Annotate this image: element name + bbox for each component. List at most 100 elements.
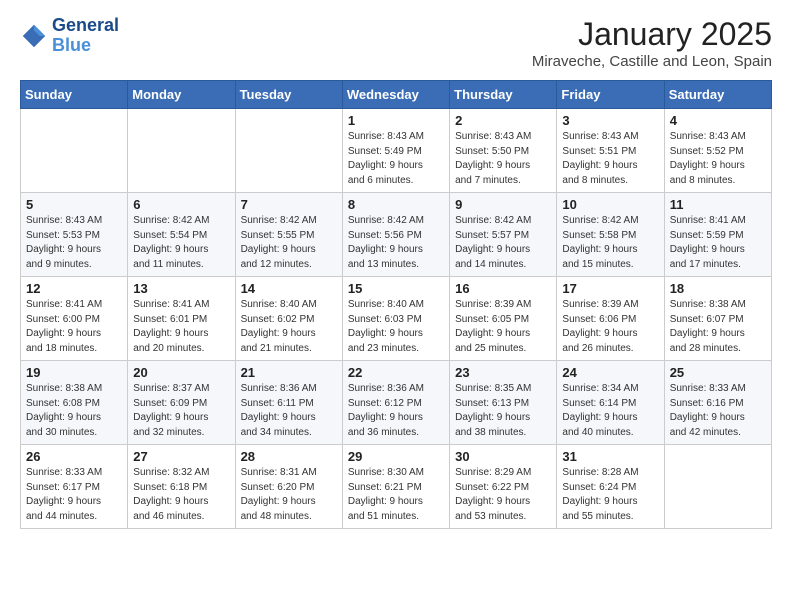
calendar-week: 26Sunrise: 8:33 AM Sunset: 6:17 PM Dayli… — [21, 445, 772, 529]
day-info: Sunrise: 8:40 AM Sunset: 6:03 PM Dayligh… — [348, 298, 444, 356]
calendar-cell: 25Sunrise: 8:33 AM Sunset: 6:16 PM Dayli… — [664, 361, 771, 445]
calendar-cell: 30Sunrise: 8:29 AM Sunset: 6:22 PM Dayli… — [450, 445, 557, 529]
calendar-cell: 7 Sunrise: 8:42 AM Sunset: 5:55 PM Daylig… — [235, 193, 342, 277]
calendar-cell: 19 Sunrise: 8:38 AM Sunset: 6:08 PM Dayli… — [21, 361, 128, 445]
calendar-cell: 27Sunrise: 8:32 AM Sunset: 6:18 PM Dayli… — [128, 445, 235, 529]
day-info: Sunrise: 8:39 AM Sunset: 6:05 PM Dayligh… — [455, 298, 551, 356]
day-info: Sunrise: 8:42 AM Sunset: 5:55 PM Dayligh… — [241, 214, 337, 272]
calendar-cell: 29 Sunrise: 8:30 AM Sunset: 6:21 PM Dayli… — [342, 445, 449, 529]
day-number: 19 — [26, 365, 122, 380]
day-info: Sunrise: 8:31 AM Sunset: 6:20 PM Dayligh… — [241, 466, 337, 524]
calendar-cell: 5 Sunrise: 8:43 AM Sunset: 5:53 PM Daylig… — [21, 193, 128, 277]
day-number: 24 — [562, 365, 658, 380]
month-title: January 2025 — [532, 16, 772, 53]
day-number: 21 — [241, 365, 337, 380]
day-number: 15 — [348, 281, 444, 296]
day-info: Sunrise: 8:38 AM Sunset: 6:08 PM Dayligh… — [26, 382, 122, 440]
day-info: Sunrise: 8:41 AM Sunset: 6:00 PM Dayligh… — [26, 298, 122, 356]
calendar-cell: 20Sunrise: 8:37 AM Sunset: 6:09 PM Dayli… — [128, 361, 235, 445]
day-number: 28 — [241, 449, 337, 464]
day-info: Sunrise: 8:43 AM Sunset: 5:51 PM Dayligh… — [562, 130, 658, 188]
day-number: 13 — [133, 281, 229, 296]
day-number: 16 — [455, 281, 551, 296]
day-info: Sunrise: 8:42 AM Sunset: 5:56 PM Dayligh… — [348, 214, 444, 272]
day-info: Sunrise: 8:42 AM Sunset: 5:54 PM Dayligh… — [133, 214, 229, 272]
logo-line1: General — [52, 16, 119, 36]
day-info: Sunrise: 8:36 AM Sunset: 6:11 PM Dayligh… — [241, 382, 337, 440]
day-info: Sunrise: 8:32 AM Sunset: 6:18 PM Dayligh… — [133, 466, 229, 524]
day-number: 5 — [26, 197, 122, 212]
weekday-header: Wednesday — [342, 81, 449, 109]
day-number: 26 — [26, 449, 122, 464]
day-number: 9 — [455, 197, 551, 212]
day-info: Sunrise: 8:42 AM Sunset: 5:57 PM Dayligh… — [455, 214, 551, 272]
day-info: Sunrise: 8:30 AM Sunset: 6:21 PM Dayligh… — [348, 466, 444, 524]
header: General Blue January 2025 Miraveche, Cas… — [20, 16, 772, 70]
day-info: Sunrise: 8:42 AM Sunset: 5:58 PM Dayligh… — [562, 214, 658, 272]
calendar-cell: 22 Sunrise: 8:36 AM Sunset: 6:12 PM Dayli… — [342, 361, 449, 445]
calendar-cell: 24 Sunrise: 8:34 AM Sunset: 6:14 PM Dayli… — [557, 361, 664, 445]
calendar-body: 1Sunrise: 8:43 AM Sunset: 5:49 PM Daylig… — [21, 109, 772, 529]
calendar-cell: 18Sunrise: 8:38 AM Sunset: 6:07 PM Dayli… — [664, 277, 771, 361]
logo-line2: Blue — [52, 35, 91, 55]
weekday-row: SundayMondayTuesdayWednesdayThursdayFrid… — [21, 81, 772, 109]
day-number: 7 — [241, 197, 337, 212]
day-number: 30 — [455, 449, 551, 464]
calendar-cell: 14Sunrise: 8:40 AM Sunset: 6:02 PM Dayli… — [235, 277, 342, 361]
weekday-header: Monday — [128, 81, 235, 109]
calendar-cell: 12 Sunrise: 8:41 AM Sunset: 6:00 PM Dayli… — [21, 277, 128, 361]
day-number: 20 — [133, 365, 229, 380]
calendar-cell: 15 Sunrise: 8:40 AM Sunset: 6:03 PM Dayli… — [342, 277, 449, 361]
calendar-week: 1Sunrise: 8:43 AM Sunset: 5:49 PM Daylig… — [21, 109, 772, 193]
day-number: 2 — [455, 113, 551, 128]
location-subtitle: Miraveche, Castille and Leon, Spain — [532, 53, 772, 70]
weekday-header: Saturday — [664, 81, 771, 109]
calendar-cell: 3 Sunrise: 8:43 AM Sunset: 5:51 PM Daylig… — [557, 109, 664, 193]
day-number: 11 — [670, 197, 766, 212]
day-info: Sunrise: 8:43 AM Sunset: 5:50 PM Dayligh… — [455, 130, 551, 188]
calendar-cell — [664, 445, 771, 529]
day-number: 10 — [562, 197, 658, 212]
calendar-cell: 9 Sunrise: 8:42 AM Sunset: 5:57 PM Daylig… — [450, 193, 557, 277]
calendar-cell: 10 Sunrise: 8:42 AM Sunset: 5:58 PM Dayli… — [557, 193, 664, 277]
day-info: Sunrise: 8:40 AM Sunset: 6:02 PM Dayligh… — [241, 298, 337, 356]
calendar-week: 19 Sunrise: 8:38 AM Sunset: 6:08 PM Dayli… — [21, 361, 772, 445]
calendar-cell — [128, 109, 235, 193]
day-info: Sunrise: 8:43 AM Sunset: 5:53 PM Dayligh… — [26, 214, 122, 272]
day-number: 12 — [26, 281, 122, 296]
day-info: Sunrise: 8:43 AM Sunset: 5:52 PM Dayligh… — [670, 130, 766, 188]
weekday-header: Thursday — [450, 81, 557, 109]
day-number: 3 — [562, 113, 658, 128]
day-info: Sunrise: 8:41 AM Sunset: 5:59 PM Dayligh… — [670, 214, 766, 272]
day-info: Sunrise: 8:28 AM Sunset: 6:24 PM Dayligh… — [562, 466, 658, 524]
day-number: 4 — [670, 113, 766, 128]
day-number: 25 — [670, 365, 766, 380]
day-number: 17 — [562, 281, 658, 296]
day-info: Sunrise: 8:35 AM Sunset: 6:13 PM Dayligh… — [455, 382, 551, 440]
day-number: 18 — [670, 281, 766, 296]
calendar: SundayMondayTuesdayWednesdayThursdayFrid… — [20, 80, 772, 529]
calendar-cell: 1Sunrise: 8:43 AM Sunset: 5:49 PM Daylig… — [342, 109, 449, 193]
calendar-cell: 17Sunrise: 8:39 AM Sunset: 6:06 PM Dayli… — [557, 277, 664, 361]
day-number: 8 — [348, 197, 444, 212]
logo: General Blue — [20, 16, 119, 56]
weekday-header: Friday — [557, 81, 664, 109]
day-number: 22 — [348, 365, 444, 380]
day-info: Sunrise: 8:36 AM Sunset: 6:12 PM Dayligh… — [348, 382, 444, 440]
logo-text: General Blue — [52, 16, 119, 56]
calendar-cell: 23Sunrise: 8:35 AM Sunset: 6:13 PM Dayli… — [450, 361, 557, 445]
calendar-cell: 28 Sunrise: 8:31 AM Sunset: 6:20 PM Dayli… — [235, 445, 342, 529]
weekday-header: Tuesday — [235, 81, 342, 109]
calendar-cell: 13Sunrise: 8:41 AM Sunset: 6:01 PM Dayli… — [128, 277, 235, 361]
calendar-cell: 31Sunrise: 8:28 AM Sunset: 6:24 PM Dayli… — [557, 445, 664, 529]
day-number: 1 — [348, 113, 444, 128]
calendar-cell: 11 Sunrise: 8:41 AM Sunset: 5:59 PM Dayli… — [664, 193, 771, 277]
calendar-cell — [21, 109, 128, 193]
calendar-cell: 2 Sunrise: 8:43 AM Sunset: 5:50 PM Daylig… — [450, 109, 557, 193]
day-info: Sunrise: 8:34 AM Sunset: 6:14 PM Dayligh… — [562, 382, 658, 440]
calendar-cell: 6Sunrise: 8:42 AM Sunset: 5:54 PM Daylig… — [128, 193, 235, 277]
day-number: 29 — [348, 449, 444, 464]
calendar-week: 12 Sunrise: 8:41 AM Sunset: 6:00 PM Dayli… — [21, 277, 772, 361]
calendar-header: SundayMondayTuesdayWednesdayThursdayFrid… — [21, 81, 772, 109]
weekday-header: Sunday — [21, 81, 128, 109]
